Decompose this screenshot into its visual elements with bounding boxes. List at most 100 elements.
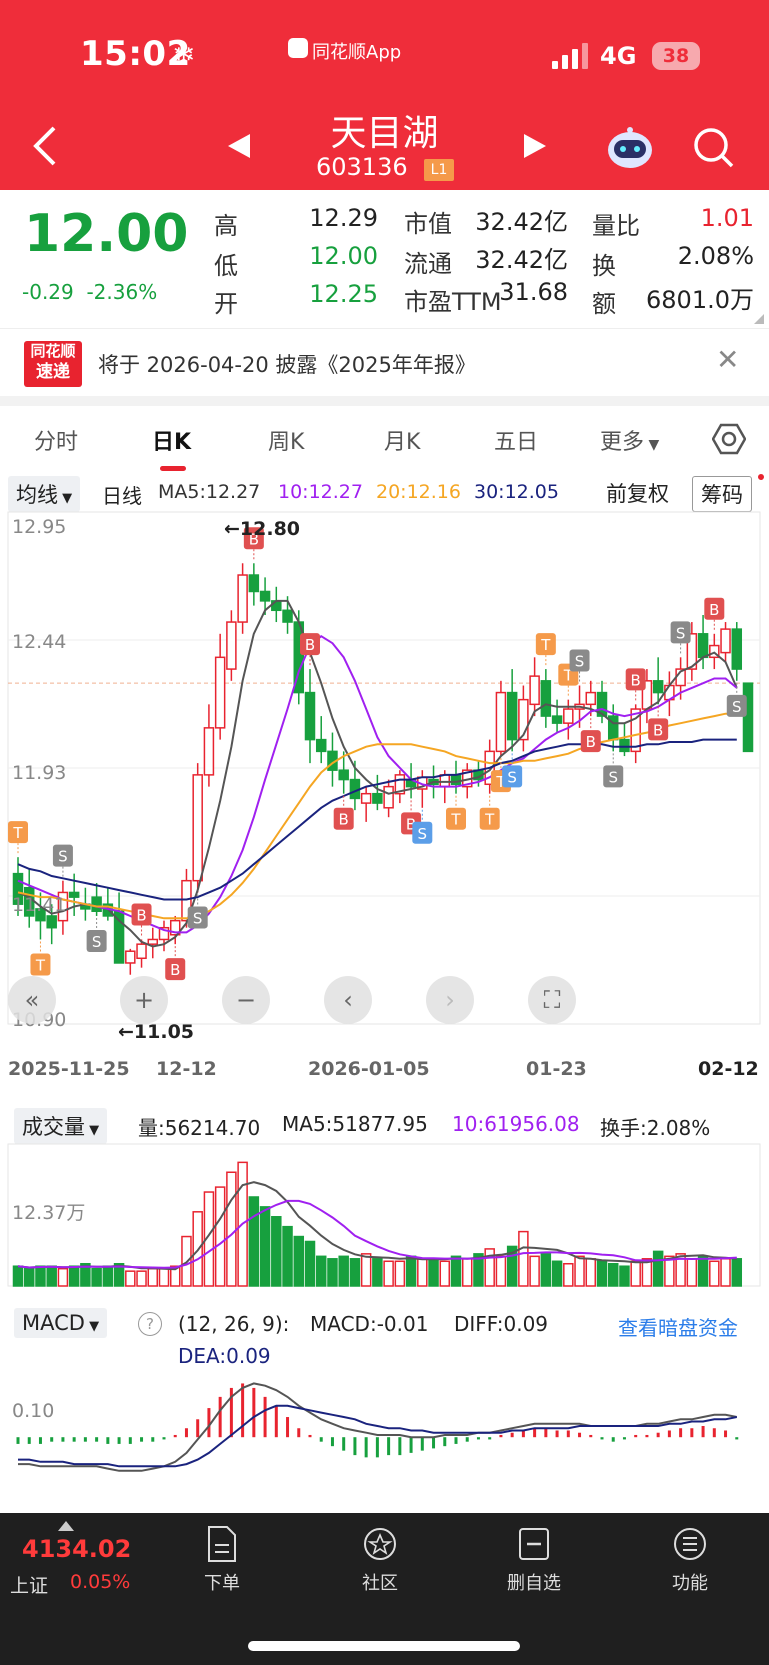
dark-pool-link[interactable]: 查看暗盘资金 [618,1312,738,1341]
robot-assistant-icon[interactable] [604,124,656,172]
section-divider [0,396,769,406]
tab-intraday[interactable]: 分时 [34,424,78,456]
volume-bar [495,1255,507,1287]
low-marker: ←11.05 [118,1021,195,1043]
fullscreen-icon[interactable]: ⛶ [528,976,576,1024]
volume-bar [450,1255,462,1287]
candle-body [259,590,271,602]
expand-up-icon[interactable] [58,1521,74,1531]
quote-value-mktcap: 32.42亿 [475,208,568,236]
help-icon[interactable]: ? [138,1312,162,1336]
volume-bar [417,1258,428,1287]
candle-body [551,715,563,724]
order-icon [208,1526,236,1562]
volume-bar [383,1260,394,1287]
index-value[interactable]: 4134.02 [22,1535,131,1563]
candle-body [742,682,754,753]
signal-letter: B [709,601,719,619]
functions-button[interactable]: 功能 [650,1525,730,1595]
quote-label-volratio: 量比 [592,212,640,240]
zoom-out-icon[interactable]: − [222,976,270,1024]
signal-letter: T [12,824,23,842]
diff-value: DIFF:0.09 [454,1312,549,1336]
caret-down-icon: ▼ [85,1123,100,1138]
network-label: 4G [600,42,637,70]
macd-selector[interactable]: MACD ▼ [14,1308,108,1338]
volume-selector[interactable]: 成交量 ▼ [14,1108,108,1144]
volume-bar [630,1260,641,1287]
quote-value-volratio: 1.01 [700,204,754,232]
adjust-mode[interactable]: 前复权 [606,478,669,508]
volume-bar [23,1267,35,1287]
ma5-value: MA5:12.27 [158,481,261,503]
period-tabs: 分时 日K 周K 月K 五日 更多 ▼ [0,406,769,472]
signal-letter: S [193,909,203,927]
candle-body [315,738,327,753]
close-icon[interactable]: ✕ [716,343,739,376]
volume-bar [259,1206,271,1287]
candle-body [203,727,215,776]
chips-button[interactable]: 筹码 [692,476,752,512]
volume-bar [304,1240,316,1287]
caret-down-icon: ▼ [58,491,73,506]
volume-bar [405,1255,417,1287]
volume-bar [136,1270,147,1287]
quote-value-turnover: 2.08% [677,242,754,270]
volume-bar [607,1262,619,1287]
kline-chart[interactable]: TTSSBBSBBB BST TT STTSBSBBSBS [0,510,769,1050]
scroll-left-icon[interactable]: ‹ [324,976,372,1024]
y-label-top: 12.95 [12,516,67,538]
volume-bar [360,1253,372,1287]
tab-monthly-k[interactable]: 月K [384,424,420,456]
date-label-2: 12-12 [156,1058,217,1080]
candle-body [237,574,248,623]
volume-ma5: MA5:51877.95 [282,1112,428,1136]
candle-body [619,738,630,753]
volume-bar [248,1196,260,1287]
candle-body [304,691,316,741]
volume-bar [125,1270,136,1287]
remove-watchlist-button[interactable]: 删自选 [494,1525,574,1595]
volume-bar [484,1248,495,1287]
tab-daily-k[interactable]: 日K [152,424,191,456]
signal-icon [552,43,592,69]
settings-icon[interactable] [712,422,746,456]
notice-bar[interactable]: 同花顺 速递 将于 2026-04-20 披露《2025年年报》 ✕ [0,328,769,396]
y-label-3: 11.93 [12,762,67,784]
ma10-value: 10:12.27 [278,481,363,503]
candle-body [563,708,574,724]
price-change: -0.29 -2.36% [22,280,158,304]
candle-body [495,691,507,753]
rewind-icon[interactable]: « [8,976,56,1024]
expand-corner-icon[interactable] [754,314,764,324]
date-label-5: 02-12 [698,1058,759,1080]
quote-panel: 12.00 -0.29 -2.36% 高 12.29 市值 32.42亿 量比 … [0,190,769,328]
app-badge-icon [288,38,308,58]
indicator-selector[interactable]: 均线 ▼ [8,476,81,512]
scroll-right-icon[interactable]: › [426,976,474,1024]
order-button[interactable]: 下单 [182,1525,262,1595]
volume-bar [35,1265,46,1287]
community-button[interactable]: 社区 [340,1525,420,1595]
candle-body [282,609,293,623]
volume-bar [271,1216,282,1287]
macd-chart[interactable] [0,1370,769,1490]
snowflake-icon: ❄ [172,38,196,71]
candle-body [540,680,552,717]
volume-bar [574,1255,585,1287]
volume-bar [518,1230,529,1287]
tab-weekly-k[interactable]: 周K [268,424,304,456]
high-marker: ←12.80 [224,518,301,540]
candle-body [652,680,664,694]
tab-more[interactable]: 更多 ▼ [600,424,659,456]
next-stock-icon[interactable] [522,132,548,160]
signal-letter: B [586,733,596,751]
ma5-line [17,599,738,948]
volume-chart[interactable] [0,1142,769,1290]
tab-five-day[interactable]: 五日 [494,424,538,456]
signal-letter: T [35,956,46,974]
volume-bar [652,1250,664,1287]
remove-watchlist-icon [519,1528,549,1560]
zoom-in-icon[interactable]: + [120,976,168,1024]
search-icon[interactable] [692,126,736,170]
